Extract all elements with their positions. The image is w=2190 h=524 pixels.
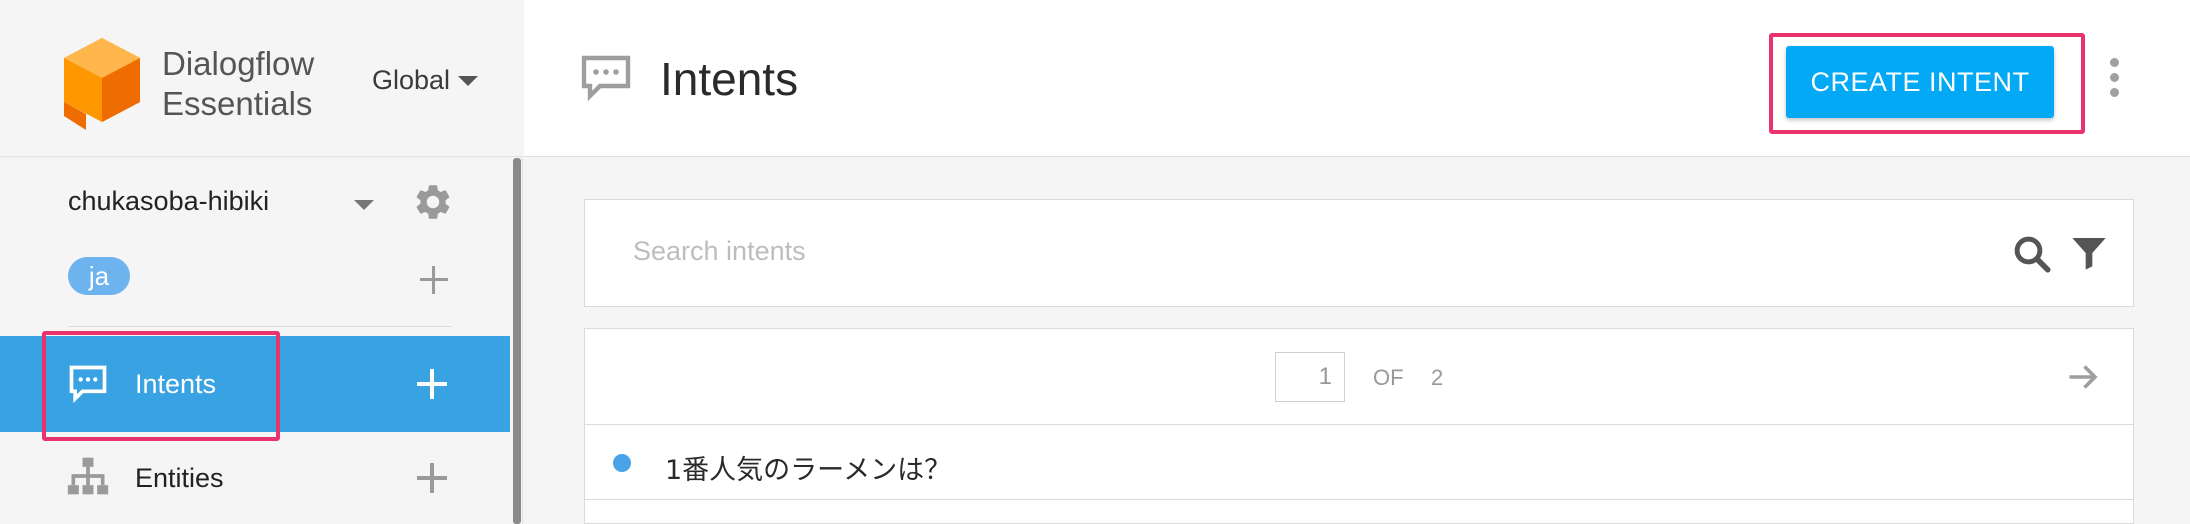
gear-icon[interactable] xyxy=(412,181,454,223)
pagination: OF 2 xyxy=(585,329,2133,425)
intent-name: 1番人気のラーメンは？ xyxy=(665,455,952,486)
list-item[interactable]: 1番人気のラーメンは？ xyxy=(585,426,2133,500)
search-input[interactable] xyxy=(633,236,1833,267)
total-pages: 2 xyxy=(1431,365,1444,390)
more-options-icon[interactable] xyxy=(2108,58,2120,98)
agent-dropdown-icon[interactable] xyxy=(354,200,374,210)
filter-icon[interactable] xyxy=(2069,233,2109,273)
sidebar-item-label: Entities xyxy=(135,462,224,493)
add-entity-icon[interactable] xyxy=(417,463,447,493)
product-name-line1: Dialogflow xyxy=(162,45,315,82)
product-name-line2: Essentials xyxy=(162,85,313,122)
agent-selector[interactable]: chukasoba-hibiki xyxy=(68,186,269,217)
page-title: Intents xyxy=(660,53,799,105)
add-intent-icon[interactable] xyxy=(417,369,447,399)
chevron-down-icon xyxy=(458,75,479,86)
region-selector[interactable]: Global xyxy=(372,65,479,96)
intent-status-dot xyxy=(613,454,631,472)
region-label: Global xyxy=(372,65,451,95)
create-intent-button[interactable]: CREATE INTENT xyxy=(1786,46,2054,118)
brand-header: Dialogflow Essentials Global xyxy=(0,0,523,157)
dialogflow-console: Dialogflow Essentials Global chukasoba-h… xyxy=(0,0,2190,524)
sidebar-scrollbar[interactable] xyxy=(513,158,521,524)
arrow-right-icon[interactable] xyxy=(2065,359,2101,395)
sidebar-item-intents[interactable]: Intents xyxy=(0,336,510,432)
language-badge[interactable]: ja xyxy=(68,257,130,295)
add-language-icon[interactable] xyxy=(420,266,448,294)
pagination-of-label: OF xyxy=(1373,365,1404,390)
sidebar-item-entities[interactable]: Entities xyxy=(0,430,510,524)
chat-bubble-icon xyxy=(69,365,107,404)
hierarchy-icon xyxy=(67,457,109,495)
chat-bubble-icon xyxy=(581,55,631,102)
search-bar xyxy=(584,199,2134,307)
sidebar-item-label: Intents xyxy=(135,368,217,399)
divider xyxy=(68,326,452,327)
sidebar: Dialogflow Essentials Global chukasoba-h… xyxy=(0,0,523,524)
intent-list: OF 2 1番人気のラーメンは？ xyxy=(584,328,2134,524)
dialogflow-logo-icon[interactable] xyxy=(62,36,142,131)
page-header: Intents CREATE INTENT xyxy=(524,0,2190,157)
search-icon[interactable] xyxy=(2011,233,2053,275)
page-number-input[interactable] xyxy=(1275,352,1345,402)
product-name: Dialogflow Essentials xyxy=(162,44,314,124)
